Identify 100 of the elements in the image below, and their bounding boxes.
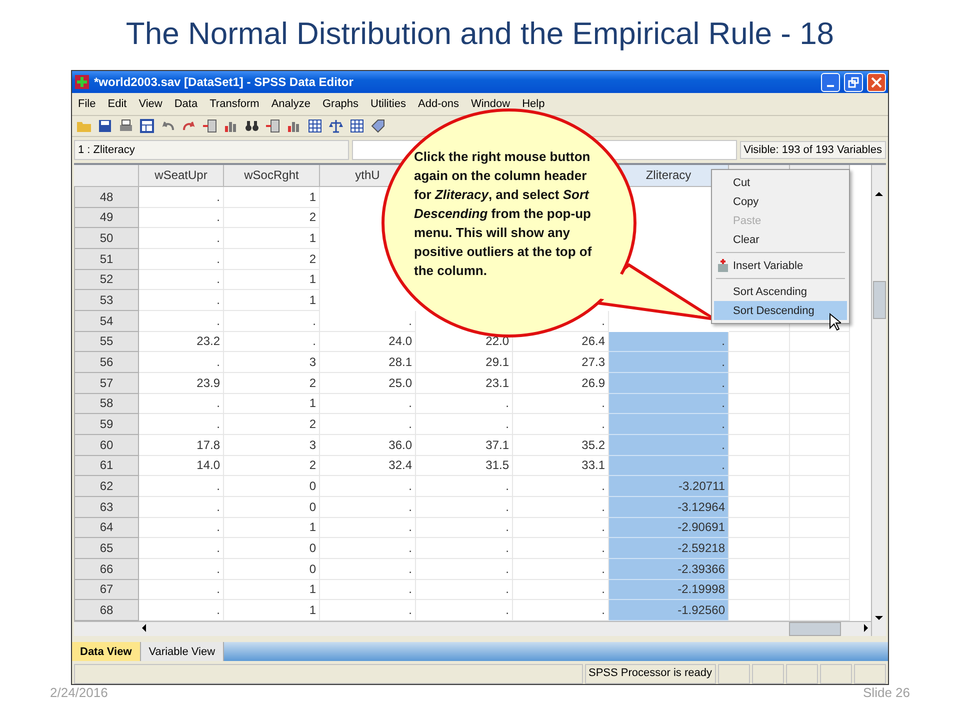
table-cell: .	[139, 270, 224, 290]
table-cell: 23.2	[139, 332, 224, 352]
table-cell: 2	[224, 208, 320, 228]
table-cell: .	[513, 600, 609, 621]
visible-variables-count: Visible: 193 of 193 Variables	[740, 141, 886, 159]
table-cell: 2	[224, 414, 320, 435]
table-cell: 1	[224, 600, 320, 621]
table-cell: .	[609, 372, 729, 394]
table-cell: .	[416, 476, 513, 497]
table-cell: .	[320, 310, 416, 332]
table-cell: 1	[224, 394, 320, 414]
table-cell: .	[139, 208, 224, 228]
table-cell: .	[513, 538, 609, 559]
table-cell: 23.1	[416, 372, 513, 394]
table-cell: 2	[224, 456, 320, 476]
table-cell: .	[609, 456, 729, 476]
table-cell: 29.1	[416, 352, 513, 373]
table-cell: -2.90691	[609, 518, 729, 538]
table-cell: .	[416, 394, 513, 414]
table-cell: 3	[224, 352, 320, 373]
table-cell: -2.19998	[609, 580, 729, 600]
table-cell: .	[609, 434, 729, 456]
table-cell: .	[320, 476, 416, 497]
table-cell: .	[416, 580, 513, 600]
callout-text: Click the right mouse button again on the column header for Zliteracy, and select Sort Descending from the pop-up menu. This will show any positive outliers at the top of the column.	[414, 148, 592, 280]
slide-number: Slide 26	[863, 685, 910, 700]
table-cell: .	[416, 538, 513, 559]
table-cell: 28.1	[320, 352, 416, 373]
table-cell: .	[320, 600, 416, 621]
table-cell: .	[139, 290, 224, 311]
status-message: SPSS Processor is ready	[584, 664, 716, 684]
table-cell: 36.0	[320, 434, 416, 456]
table-cell: -2.59218	[609, 538, 729, 559]
table-cell: 33.1	[513, 456, 609, 476]
table-cell: .	[139, 558, 224, 580]
table-cell: 37.1	[416, 434, 513, 456]
table-cell: .	[139, 394, 224, 414]
table-cell: 35.2	[513, 434, 609, 456]
table-cell: .	[513, 518, 609, 538]
table-cell: .	[139, 414, 224, 435]
table-cell: .	[513, 394, 609, 414]
table-cell: .	[139, 186, 224, 208]
table-cell: .	[139, 228, 224, 249]
table-cell: .	[139, 352, 224, 373]
table-cell: .	[609, 352, 729, 373]
table-cell: .	[224, 310, 320, 332]
table-cell: .	[320, 558, 416, 580]
table-cell: .	[416, 496, 513, 518]
table-cell: .	[320, 538, 416, 559]
slide-date: 2/24/2016	[50, 685, 108, 700]
table-cell: .	[416, 518, 513, 538]
table-cell: -3.20711	[609, 476, 729, 497]
table-cell: .	[320, 518, 416, 538]
table-cell: .	[139, 248, 224, 270]
table-cell: 1	[224, 228, 320, 249]
table-cell: .	[513, 580, 609, 600]
table-cell: .	[513, 414, 609, 435]
table-cell: 1	[224, 186, 320, 208]
table-cell: 25.0	[320, 372, 416, 394]
table-cell: -3.12964	[609, 496, 729, 518]
table-cell: 27.3	[513, 352, 609, 373]
table-cell: 23.9	[139, 372, 224, 394]
table-cell: 1	[224, 518, 320, 538]
table-cell: .	[320, 496, 416, 518]
table-cell: .	[320, 580, 416, 600]
window-title: *world2003.sav [DataSet1] - SPSS Data Editor	[94, 75, 354, 89]
table-cell: .	[139, 518, 224, 538]
table-cell: 0	[224, 558, 320, 580]
table-cell: 32.4	[320, 456, 416, 476]
table-cell: .	[416, 414, 513, 435]
table-cell: 3	[224, 434, 320, 456]
table-cell: .	[416, 558, 513, 580]
table-cell: .	[320, 394, 416, 414]
table-cell: .	[139, 476, 224, 497]
table-cell: -2.39366	[609, 558, 729, 580]
table-cell: .	[513, 558, 609, 580]
cell-reference: 1 : Zliteracy	[74, 140, 349, 160]
table-cell: 2	[224, 372, 320, 394]
table-cell: 1	[224, 290, 320, 311]
table-cell: .	[139, 310, 224, 332]
table-cell: .	[224, 332, 320, 352]
table-cell: 31.5	[416, 456, 513, 476]
table-cell: .	[609, 394, 729, 414]
table-cell: .	[139, 496, 224, 518]
table-cell: 17.8	[139, 434, 224, 456]
table-cell: 0	[224, 476, 320, 497]
table-cell: 2	[224, 248, 320, 270]
table-cell: .	[609, 332, 729, 352]
table-cell: .	[320, 414, 416, 435]
table-cell: .	[513, 496, 609, 518]
table-cell: .	[609, 414, 729, 435]
table-cell: 26.9	[513, 372, 609, 394]
slide-title: The Normal Distribution and the Empirical Rule - 18	[126, 15, 834, 53]
table-cell: 0	[224, 538, 320, 559]
table-cell: .	[139, 600, 224, 621]
table-cell: .	[139, 538, 224, 559]
table-cell: .	[416, 600, 513, 621]
table-cell: 24.0	[320, 332, 416, 352]
table-cell: 0	[224, 496, 320, 518]
table-cell: 1	[224, 270, 320, 290]
